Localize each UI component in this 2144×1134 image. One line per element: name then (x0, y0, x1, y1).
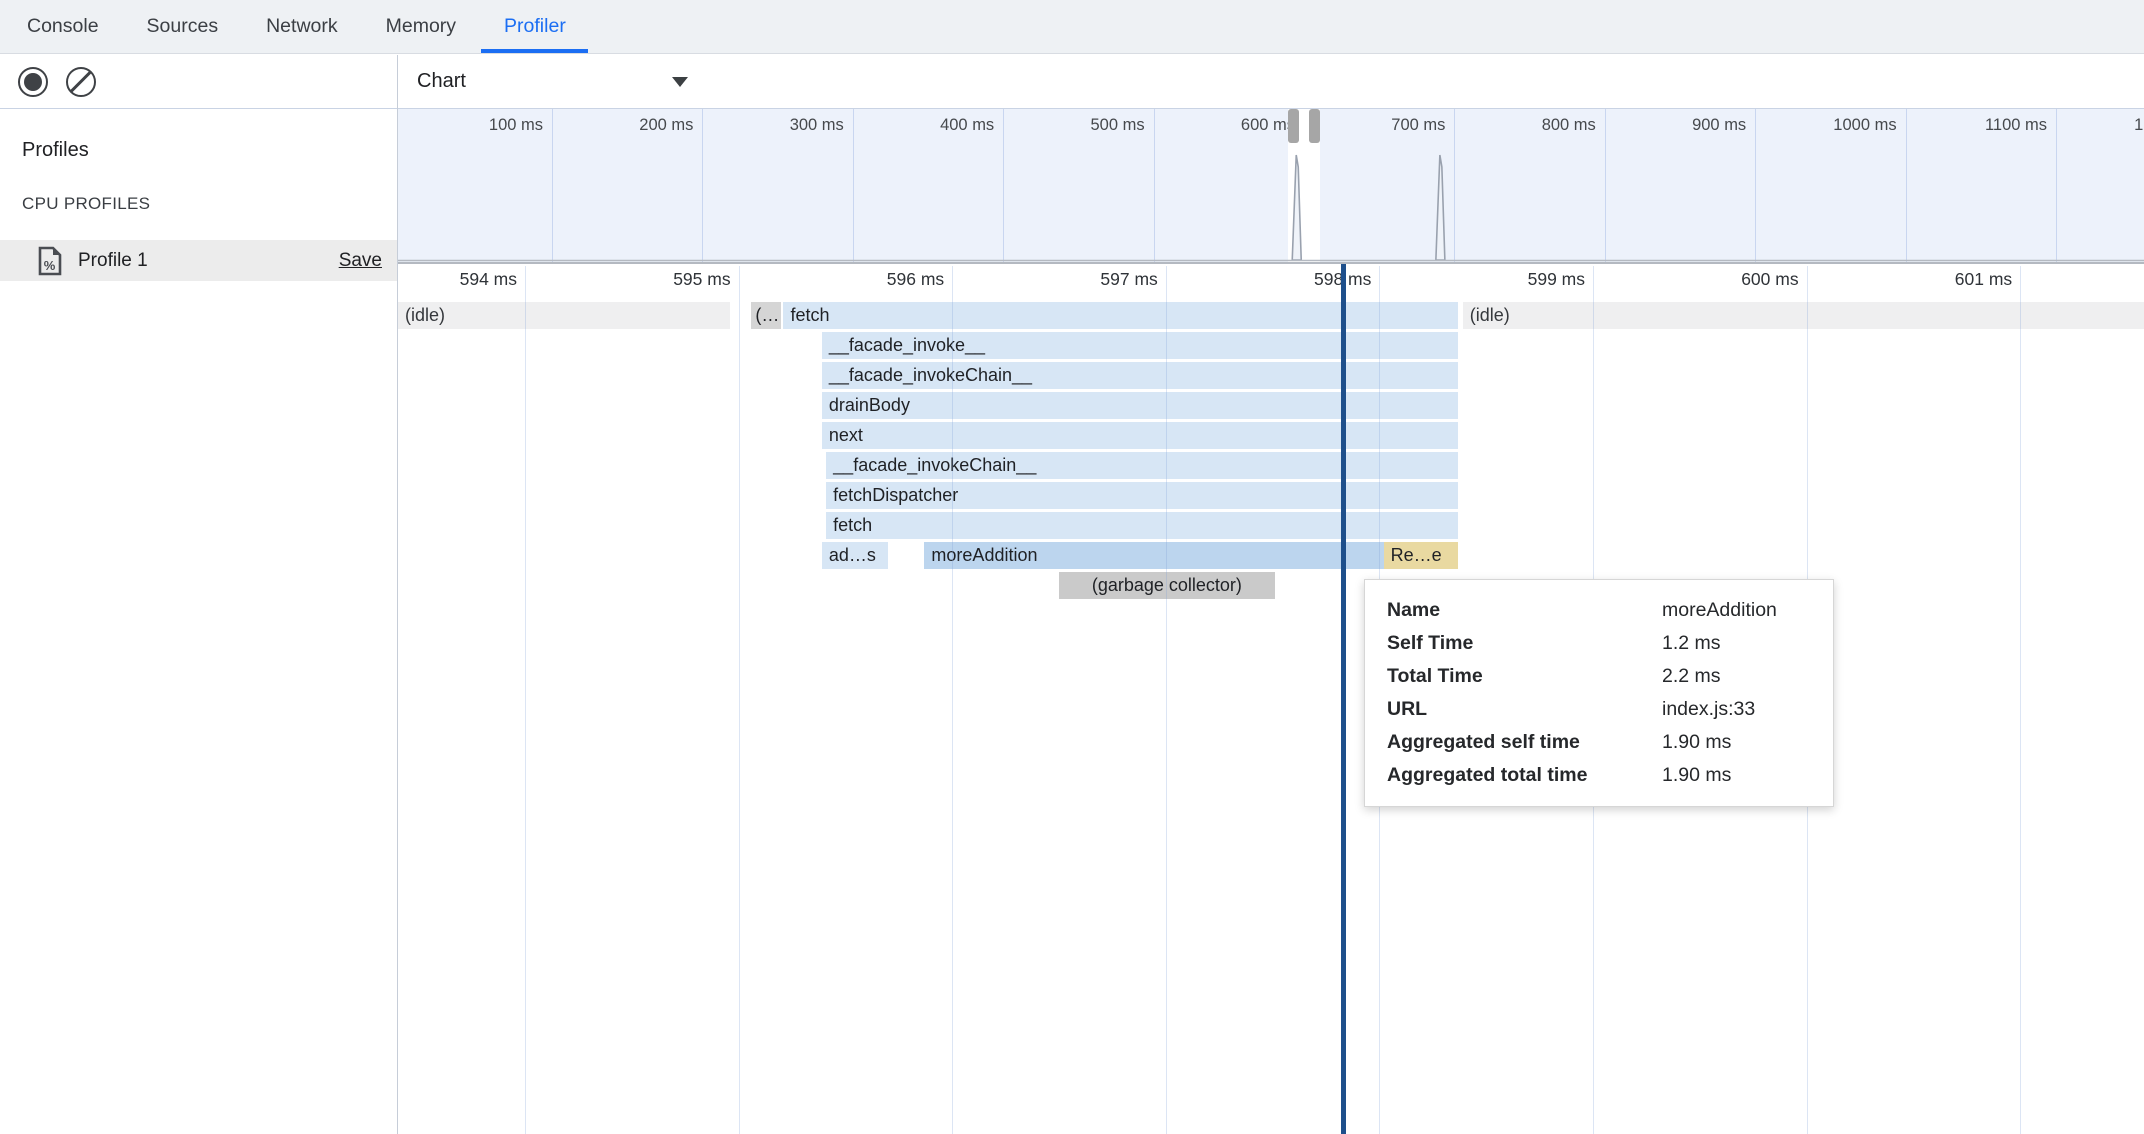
tooltip-value: index.js:33 (1662, 693, 1811, 726)
tab-sources[interactable]: Sources (145, 0, 221, 53)
current-time-marker (1341, 264, 1346, 1134)
devtools-tabbar: Console Sources Network Memory Profiler (0, 0, 2144, 54)
profiles-heading: Profiles (22, 139, 397, 162)
tooltip-row: NamemoreAddition (1387, 594, 1811, 627)
flame-row: fetchDispatcher (398, 482, 2144, 509)
tab-network[interactable]: Network (264, 0, 340, 53)
flame-bar-facade-invokechain[interactable]: __facade_invokeChain__ (826, 452, 1458, 479)
profiler-sidebar-toolbar (0, 55, 397, 109)
cpu-activity-spikes (398, 109, 2144, 262)
timeline-overview[interactable]: 100 ms200 ms300 ms400 ms500 ms600 ms700 … (398, 109, 2144, 264)
tooltip-value: 2.2 ms (1662, 660, 1811, 693)
chevron-down-icon (672, 77, 688, 87)
flame-bar-next[interactable]: next (822, 422, 1459, 449)
flame-bar-fetchdispatcher[interactable]: fetchDispatcher (826, 482, 1458, 509)
detail-tick-label: 600 ms (1741, 269, 1798, 290)
tooltip-label: Aggregated total time (1387, 759, 1662, 792)
flame-chart: NamemoreAdditionSelf Time1.2 msTotal Tim… (398, 264, 2144, 1134)
detail-tick-label: 594 ms (460, 269, 517, 290)
tab-profiler[interactable]: Profiler (502, 0, 568, 53)
flame-row: next (398, 422, 2144, 449)
detail-gridline (952, 266, 953, 1134)
flame-row: __facade_invoke__ (398, 332, 2144, 359)
tooltip-label: Aggregated self time (1387, 726, 1662, 759)
flame-bar-moreaddition[interactable]: moreAddition (924, 542, 1383, 569)
flame-bar-garbage-collector[interactable]: (garbage collector) (1059, 572, 1275, 599)
detail-tick-label: 601 ms (1955, 269, 2012, 290)
flame-row: (garbage collector) (398, 572, 2144, 599)
tooltip-row: Aggregated total time1.90 ms (1387, 759, 1811, 792)
flame-bar-idle[interactable]: (idle) (1463, 302, 2144, 329)
flame-bar-drainbody[interactable]: drainBody (822, 392, 1459, 419)
detail-gridline (525, 266, 526, 1134)
detail-tick-label: 597 ms (1100, 269, 1157, 290)
tooltip-value: moreAddition (1662, 594, 1811, 627)
tooltip-label: Total Time (1387, 660, 1662, 693)
tab-memory[interactable]: Memory (384, 0, 458, 53)
view-mode-dropdown[interactable]: Chart (417, 55, 688, 108)
detail-gridline (1166, 266, 1167, 1134)
record-icon[interactable] (18, 67, 48, 97)
flame-row: (idle)(…fetch(idle) (398, 302, 2144, 329)
tooltip-row: URLindex.js:33 (1387, 693, 1811, 726)
tooltip-value: 1.90 ms (1662, 759, 1811, 792)
tooltip-label: URL (1387, 693, 1662, 726)
flame-bar-idle[interactable]: (idle) (398, 302, 730, 329)
block-icon[interactable] (66, 67, 96, 97)
detail-gridline (739, 266, 740, 1134)
profiler-sidebar: Profiles CPU PROFILES % Profile 1 Save (0, 55, 398, 1134)
tooltip-label: Self Time (1387, 627, 1662, 660)
flame-row: __facade_invokeChain__ (398, 452, 2144, 479)
cpu-profiles-heading: CPU PROFILES (22, 194, 397, 214)
svg-text:%: % (44, 258, 56, 273)
frame-tooltip: NamemoreAdditionSelf Time1.2 msTotal Tim… (1364, 579, 1834, 807)
profiler-main: Chart 100 ms200 ms300 ms400 ms500 ms600 … (398, 55, 2144, 1134)
tab-console[interactable]: Console (25, 0, 101, 53)
flame-bar-facade-invoke[interactable]: __facade_invoke__ (822, 332, 1459, 359)
flame-bar-re-e[interactable]: Re…e (1384, 542, 1459, 569)
detail-tick-label: 595 ms (673, 269, 730, 290)
view-toolbar: Chart (398, 55, 2144, 109)
tooltip-row: Aggregated self time1.90 ms (1387, 726, 1811, 759)
detail-tick-label: 596 ms (887, 269, 944, 290)
tooltip-row: Total Time2.2 ms (1387, 660, 1811, 693)
flame-bar-ad-s[interactable]: ad…s (822, 542, 888, 569)
flame-bar-facade-invokechain[interactable]: __facade_invokeChain__ (822, 362, 1459, 389)
tooltip-value: 1.90 ms (1662, 726, 1811, 759)
save-profile-link[interactable]: Save (339, 250, 382, 272)
selection-handle[interactable] (1309, 109, 1320, 143)
profile-name: Profile 1 (78, 250, 148, 272)
flame-row: __facade_invokeChain__ (398, 362, 2144, 389)
flame-row: fetch (398, 512, 2144, 539)
flame-row: ad…s moreAdditionRe…e (398, 542, 2144, 569)
selection-handle[interactable] (1288, 109, 1299, 143)
flame-bar-fetch[interactable]: fetch (826, 512, 1458, 539)
detail-gridline (2020, 266, 2021, 1134)
devtools-window: Console Sources Network Memory Profiler Prof… (0, 0, 2144, 1134)
percent-document-icon: % (37, 246, 63, 276)
flame-row: drainBody (398, 392, 2144, 419)
tooltip-value: 1.2 ms (1662, 627, 1811, 660)
detail-tick-label: 599 ms (1528, 269, 1585, 290)
tooltip-label: Name (1387, 594, 1662, 627)
flame-bar-fetch[interactable]: fetch (783, 302, 1458, 329)
view-mode-label: Chart (417, 70, 466, 93)
tooltip-row: Self Time1.2 ms (1387, 627, 1811, 660)
profile-list-item[interactable]: % Profile 1 Save (0, 240, 397, 281)
flame-bar-[interactable]: (… (751, 302, 781, 329)
